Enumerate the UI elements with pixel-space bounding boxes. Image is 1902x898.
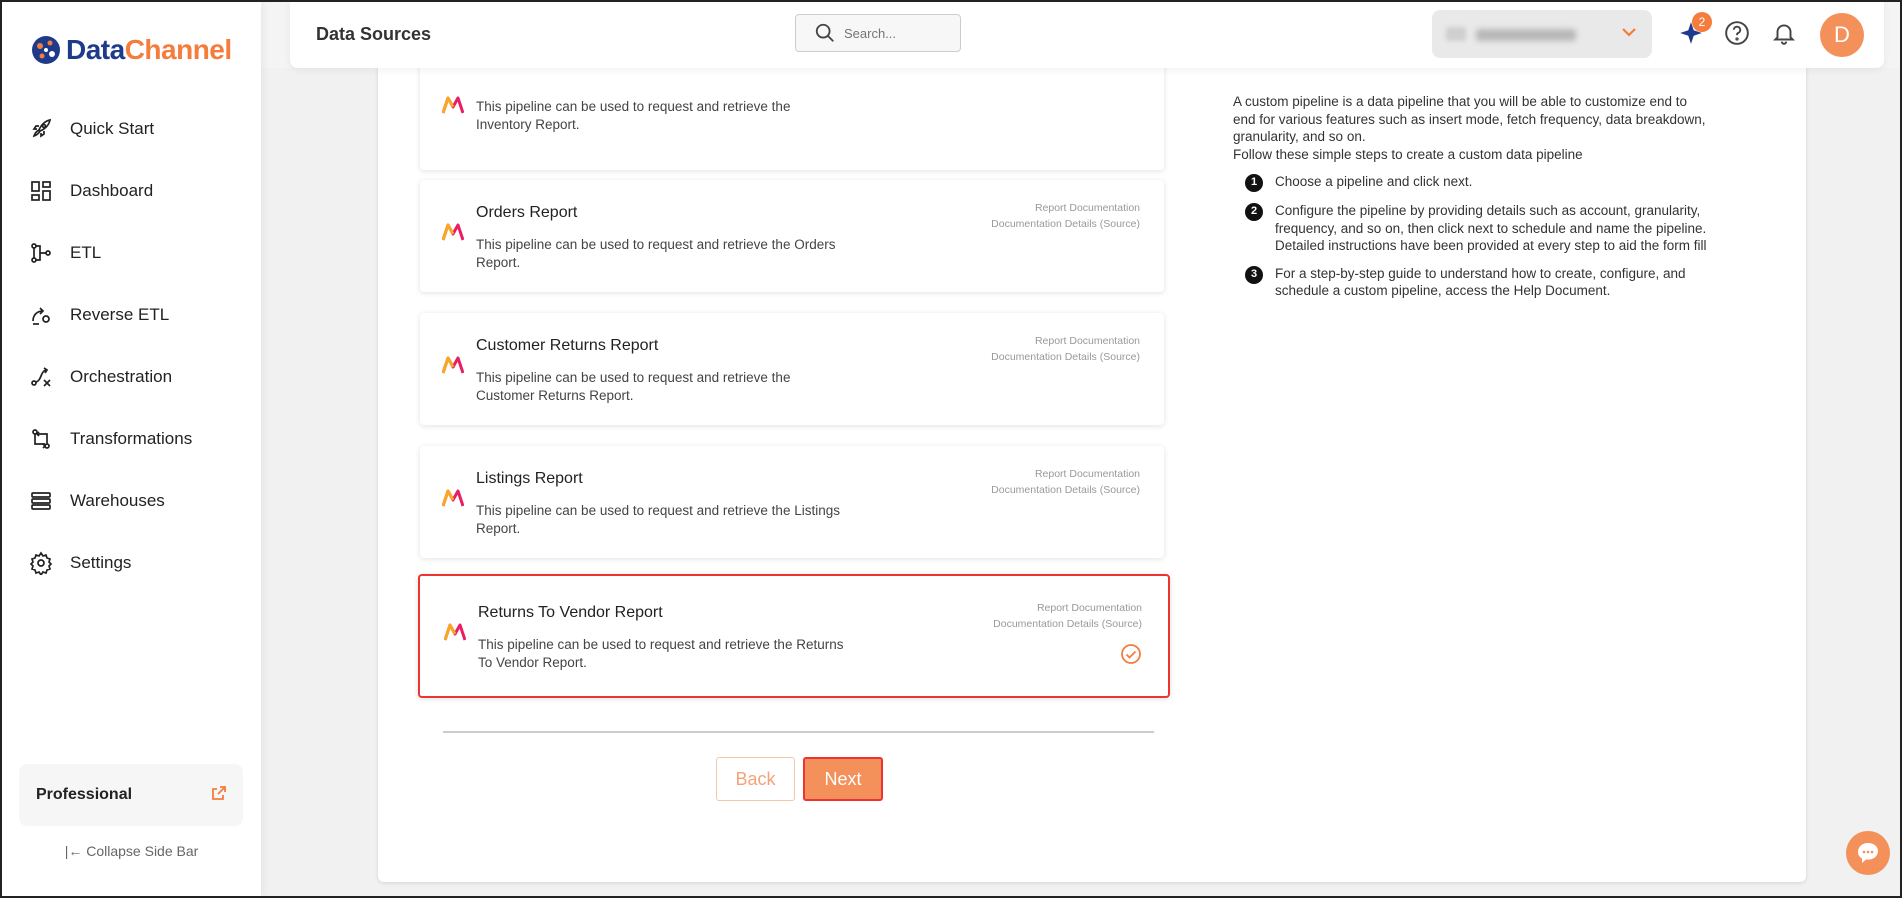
sidebar-item-warehouses[interactable]: Warehouses <box>2 470 261 532</box>
bell-icon <box>1772 24 1796 45</box>
step-text: Configure the pipeline by providing deta… <box>1275 203 1707 253</box>
sidebar-item-label: Transformations <box>70 429 193 448</box>
pipeline-card-customer-returns[interactable]: Customer Returns Report This pipeline ca… <box>420 313 1164 425</box>
myntra-logo-icon <box>442 489 464 507</box>
datachannel-logo[interactable]: DataChannel <box>28 32 232 68</box>
plan-name: Professional <box>36 786 133 803</box>
card-title: Returns To Vendor Report <box>478 604 663 621</box>
sidebar-item-label: Quick Start <box>70 119 155 138</box>
page-title: Data Sources <box>316 24 432 44</box>
info-panel: A custom pipeline is a data pipeline tha… <box>1233 93 1713 300</box>
card-title: Listings Report <box>476 470 583 487</box>
card-description: This pipeline can be used to request and… <box>476 370 791 403</box>
search-input[interactable] <box>844 25 954 41</box>
pipeline-card-returns-to-vendor[interactable]: Returns To Vendor Report This pipeline c… <box>418 574 1170 698</box>
collapse-icon: |← <box>64 843 83 859</box>
warehouses-icon <box>28 488 54 514</box>
info-step: 1 Choose a pipeline and click next. <box>1233 173 1713 192</box>
collapse-label: Collapse Side Bar <box>86 843 199 859</box>
sidebar: DataChannel Quick Start Dashboard ETL Re… <box>2 2 261 896</box>
card-description: This pipeline can be used to request and… <box>476 99 791 132</box>
chat-button[interactable] <box>1846 831 1890 875</box>
pipeline-card-orders[interactable]: Orders Report This pipeline can be used … <box>420 180 1164 292</box>
help-icon <box>1725 21 1749 45</box>
sidebar-item-label: Settings <box>70 553 132 572</box>
sidebar-item-quick-start[interactable]: Quick Start <box>2 98 261 160</box>
selected-check-icon <box>1120 643 1142 665</box>
sidebar-item-etl[interactable]: ETL <box>2 222 261 284</box>
step-text: Choose a pipeline and click next. <box>1275 174 1473 189</box>
logo-icon <box>32 36 60 64</box>
top-header: Data Sources 2 D <box>290 2 1884 68</box>
logo-text-channel: Channel <box>124 34 232 65</box>
documentation-details-link[interactable]: Documentation Details (Source) <box>991 349 1140 365</box>
external-link-icon[interactable] <box>212 785 226 805</box>
info-intro: A custom pipeline is a data pipeline tha… <box>1233 94 1706 144</box>
report-documentation-link[interactable]: Report Documentation <box>993 600 1142 616</box>
documentation-details-link[interactable]: Documentation Details (Source) <box>993 616 1142 632</box>
back-button[interactable]: Back <box>716 757 795 801</box>
chat-icon <box>1858 843 1878 863</box>
plan-box[interactable]: Professional <box>19 764 243 826</box>
sidebar-item-reverse-etl[interactable]: Reverse ETL <box>2 284 261 346</box>
info-step: 2 Configure the pipeline by providing de… <box>1233 202 1713 255</box>
next-button[interactable]: Next <box>803 757 883 801</box>
logo-text-data: Data <box>66 34 125 65</box>
myntra-logo-icon <box>442 223 464 241</box>
ai-sparkle-button[interactable]: 2 <box>1678 12 1712 48</box>
info-follow: Follow these simple steps to create a cu… <box>1233 146 1583 162</box>
collapse-sidebar-button[interactable]: |← Collapse Side Bar <box>2 843 261 859</box>
sidebar-item-label: Warehouses <box>70 491 165 510</box>
myntra-logo-icon <box>442 356 464 374</box>
pipeline-card-listings[interactable]: Listings Report This pipeline can be use… <box>420 446 1164 558</box>
step-number: 1 <box>1245 174 1263 192</box>
sidebar-item-transformations[interactable]: Transformations <box>2 408 261 470</box>
info-step: 3 For a step-by-step guide to understand… <box>1233 265 1713 300</box>
dashboard-icon <box>28 178 54 204</box>
rocket-icon <box>28 116 54 142</box>
reverse-etl-icon <box>28 302 54 328</box>
sidebar-item-label: Dashboard <box>70 181 154 200</box>
card-description: This pipeline can be used to request and… <box>478 637 844 670</box>
search-box[interactable] <box>795 14 961 52</box>
documentation-details-link[interactable]: Documentation Details (Source) <box>991 482 1140 498</box>
account-name-blurred <box>1476 28 1620 41</box>
notification-badge: 2 <box>1692 12 1712 32</box>
gear-icon <box>28 550 54 576</box>
report-documentation-link[interactable]: Report Documentation <box>991 333 1140 349</box>
report-documentation-link[interactable]: Report Documentation <box>991 200 1140 216</box>
sidebar-item-label: ETL <box>70 243 102 262</box>
account-avatar-blurred <box>1446 27 1466 41</box>
sidebar-item-settings[interactable]: Settings <box>2 532 261 594</box>
user-avatar[interactable]: D <box>1820 13 1864 57</box>
sidebar-item-label: Orchestration <box>70 367 173 386</box>
sidebar-item-label: Reverse ETL <box>70 305 170 324</box>
notifications-button[interactable] <box>1771 20 1799 48</box>
account-select[interactable] <box>1432 10 1652 58</box>
pipeline-card-inventory[interactable]: This pipeline can be used to request and… <box>420 58 1164 170</box>
myntra-logo-icon <box>442 96 464 114</box>
card-description: This pipeline can be used to request and… <box>476 503 840 536</box>
divider <box>443 731 1154 733</box>
sidebar-item-dashboard[interactable]: Dashboard <box>2 160 261 222</box>
card-description: This pipeline can be used to request and… <box>476 237 836 270</box>
chevron-down-icon <box>1620 23 1638 46</box>
card-title: Orders Report <box>476 204 578 221</box>
myntra-logo-icon <box>444 623 466 641</box>
search-icon <box>815 23 834 42</box>
step-text: For a step-by-step guide to understand h… <box>1275 265 1686 299</box>
card-title: Customer Returns Report <box>476 337 659 354</box>
sidebar-nav: Quick Start Dashboard ETL Reverse ETL Or… <box>2 98 261 594</box>
report-documentation-link[interactable]: Report Documentation <box>991 466 1140 482</box>
transformations-icon <box>28 426 54 452</box>
step-number: 2 <box>1245 203 1263 221</box>
step-number: 3 <box>1245 265 1263 284</box>
sidebar-item-orchestration[interactable]: Orchestration <box>2 346 261 408</box>
etl-icon <box>28 240 54 266</box>
documentation-details-link[interactable]: Documentation Details (Source) <box>991 216 1140 232</box>
orchestration-icon <box>28 364 54 390</box>
help-button[interactable] <box>1724 20 1752 48</box>
